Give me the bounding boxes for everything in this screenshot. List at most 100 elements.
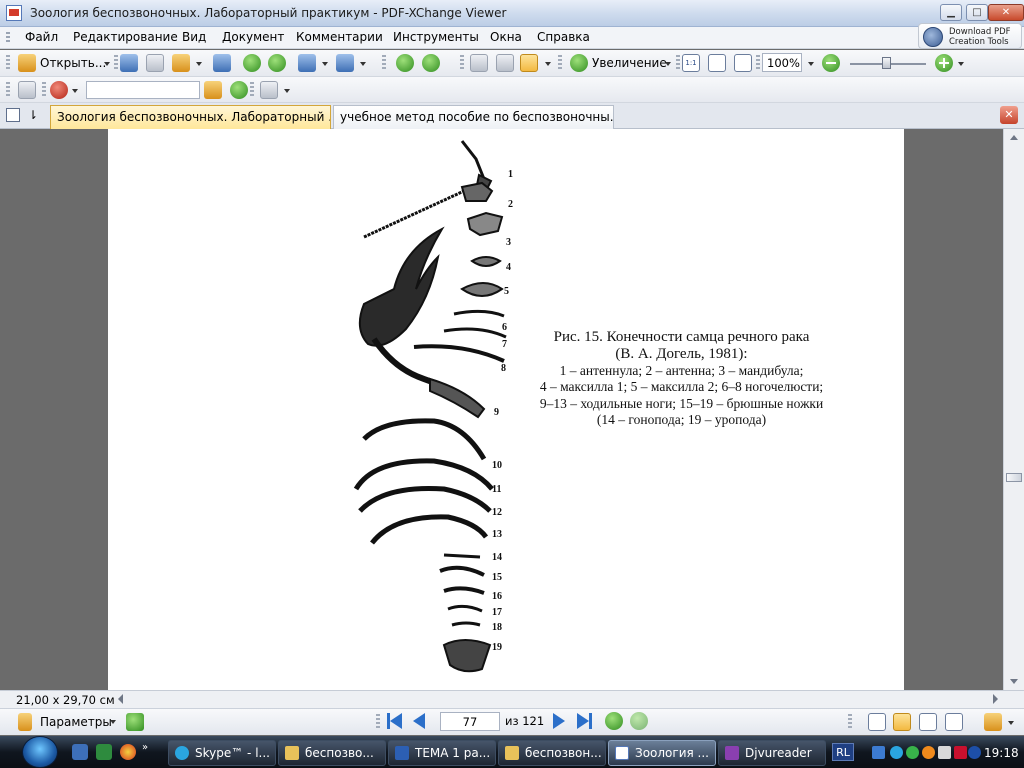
undo-dropdown-arrow[interactable] [322, 62, 328, 66]
update-icon[interactable] [922, 746, 935, 759]
show-desktop-icon[interactable] [72, 744, 88, 760]
taskbar-word-doc[interactable]: ТЕМА 1 ра... [388, 740, 496, 766]
tab-zoology-practicum[interactable]: Зоология беспозвоночных. Лабораторный ..… [50, 105, 331, 129]
zoom-in-icon[interactable] [935, 54, 953, 72]
ask-search-icon[interactable] [50, 81, 68, 99]
forward-icon[interactable] [268, 54, 286, 72]
rotate-right-icon[interactable] [422, 54, 440, 72]
toolbar-overflow-arrow[interactable] [958, 62, 964, 66]
menu-view[interactable]: Вид [182, 30, 206, 44]
taskbar-folder-2[interactable]: беспозвон... [498, 740, 606, 766]
hand-tool-icon[interactable] [470, 54, 488, 72]
zoom-level-input[interactable]: 100% [762, 53, 802, 72]
continuous-page-icon[interactable] [893, 713, 911, 731]
zoom-out-icon[interactable] [822, 54, 840, 72]
highlight-dropdown-arrow[interactable] [284, 89, 290, 93]
undo-icon[interactable] [298, 54, 316, 72]
download-pdf-tools-button[interactable]: Download PDF Creation Tools [918, 23, 1022, 49]
sort-tabs-icon[interactable]: ⇂ [28, 108, 42, 122]
network-icon[interactable] [872, 746, 885, 759]
zoom-level-dropdown-arrow[interactable] [808, 62, 814, 66]
scan-icon[interactable] [172, 54, 190, 72]
minimize-button[interactable]: ▁ [940, 4, 962, 21]
menu-file[interactable]: Файл [25, 30, 58, 44]
facing-pages-icon[interactable] [919, 713, 937, 731]
flag-icon[interactable] [18, 713, 32, 731]
first-page-icon[interactable] [390, 713, 402, 729]
snapshot-icon[interactable] [496, 54, 514, 72]
highlight-tool-icon[interactable] [984, 713, 1002, 731]
highlight-icon[interactable] [260, 81, 278, 99]
find-previous-icon[interactable] [204, 81, 222, 99]
taskbar-folder-1[interactable]: беспозво... [278, 740, 386, 766]
find-next-icon[interactable] [230, 81, 248, 99]
zoom-label[interactable]: Увеличение [592, 56, 667, 70]
zoom-icon[interactable] [570, 54, 588, 72]
fit-width-icon[interactable] [734, 54, 752, 72]
shield-icon[interactable] [906, 746, 919, 759]
open-dropdown-arrow[interactable] [104, 62, 110, 66]
tab-method-guide[interactable]: учебное метод пособие по беспозвоночны..… [333, 105, 614, 129]
scroll-right-arrow[interactable] [993, 694, 998, 704]
current-page-input[interactable]: 77 [440, 712, 500, 731]
zoom-dropdown-arrow[interactable] [665, 62, 671, 66]
vertical-scrollbar[interactable] [1003, 129, 1024, 690]
start-button[interactable] [22, 736, 58, 768]
select-dropdown-arrow[interactable] [545, 62, 551, 66]
select-text-icon[interactable] [520, 54, 538, 72]
menu-comments[interactable]: Комментарии [296, 30, 383, 44]
scan-dropdown-arrow[interactable] [196, 62, 202, 66]
close-button[interactable]: ✕ [988, 4, 1024, 21]
menu-document[interactable]: Документ [222, 30, 284, 44]
fit-page-icon[interactable] [708, 54, 726, 72]
close-document-icon[interactable]: ✕ [1000, 106, 1018, 124]
quicklaunch-overflow-icon[interactable]: » [142, 742, 158, 758]
next-page-icon[interactable] [553, 713, 565, 729]
redo-dropdown-arrow[interactable] [360, 62, 366, 66]
zoom-slider-thumb[interactable] [882, 57, 891, 69]
scroll-thumb[interactable] [1006, 473, 1022, 482]
scroll-up-arrow[interactable] [1010, 135, 1018, 140]
taskbar-skype[interactable]: Skype™ - l... [168, 740, 276, 766]
puzzle-icon[interactable] [126, 713, 144, 731]
continuous-facing-icon[interactable] [945, 713, 963, 731]
menu-tools[interactable]: Инструменты [393, 30, 479, 44]
actual-size-icon[interactable]: 1:1 [682, 54, 700, 72]
chrome-icon[interactable] [120, 744, 136, 760]
language-indicator[interactable]: RL [832, 743, 854, 761]
thumbnails-icon[interactable] [6, 108, 20, 122]
bluetooth-icon[interactable] [968, 746, 981, 759]
open-folder-icon[interactable] [18, 54, 36, 72]
ati-icon[interactable] [954, 746, 967, 759]
excel-icon[interactable] [96, 744, 112, 760]
parameters-button[interactable]: Параметры [40, 715, 112, 729]
menu-help[interactable]: Справка [537, 30, 590, 44]
search-engine-dropdown-arrow[interactable] [72, 89, 78, 93]
scroll-down-arrow[interactable] [1010, 679, 1018, 684]
glasses-icon[interactable] [18, 81, 36, 99]
open-button-label[interactable]: Открыть... [40, 56, 106, 70]
email-icon[interactable] [213, 54, 231, 72]
volume-icon[interactable] [938, 746, 951, 759]
parameters-dropdown-arrow[interactable] [110, 720, 116, 724]
nav-back-icon[interactable] [605, 712, 623, 730]
menu-windows[interactable]: Окна [490, 30, 522, 44]
scroll-left-arrow[interactable] [118, 694, 123, 704]
menu-edit[interactable]: Редактирование [73, 30, 178, 44]
taskbar-pdf-viewer[interactable]: Зоология ... [608, 740, 716, 766]
document-viewport[interactable]: 1 2 3 4 5 6 7 8 9 10 11 12 13 14 15 16 1… [4, 129, 1003, 690]
taskbar-djvureader[interactable]: Djvureader [718, 740, 826, 766]
search-input[interactable] [86, 81, 200, 99]
last-page-icon[interactable] [577, 713, 589, 729]
previous-page-icon[interactable] [413, 713, 425, 729]
back-icon[interactable] [243, 54, 261, 72]
rotate-left-icon[interactable] [396, 54, 414, 72]
nav-forward-icon[interactable] [630, 712, 648, 730]
print-icon[interactable] [146, 54, 164, 72]
redo-icon[interactable] [336, 54, 354, 72]
highlight-tool-dropdown-arrow[interactable] [1008, 721, 1014, 725]
save-icon[interactable] [120, 54, 138, 72]
maximize-button[interactable]: □ [966, 4, 988, 21]
skype-tray-icon[interactable] [890, 746, 903, 759]
single-page-icon[interactable] [868, 713, 886, 731]
